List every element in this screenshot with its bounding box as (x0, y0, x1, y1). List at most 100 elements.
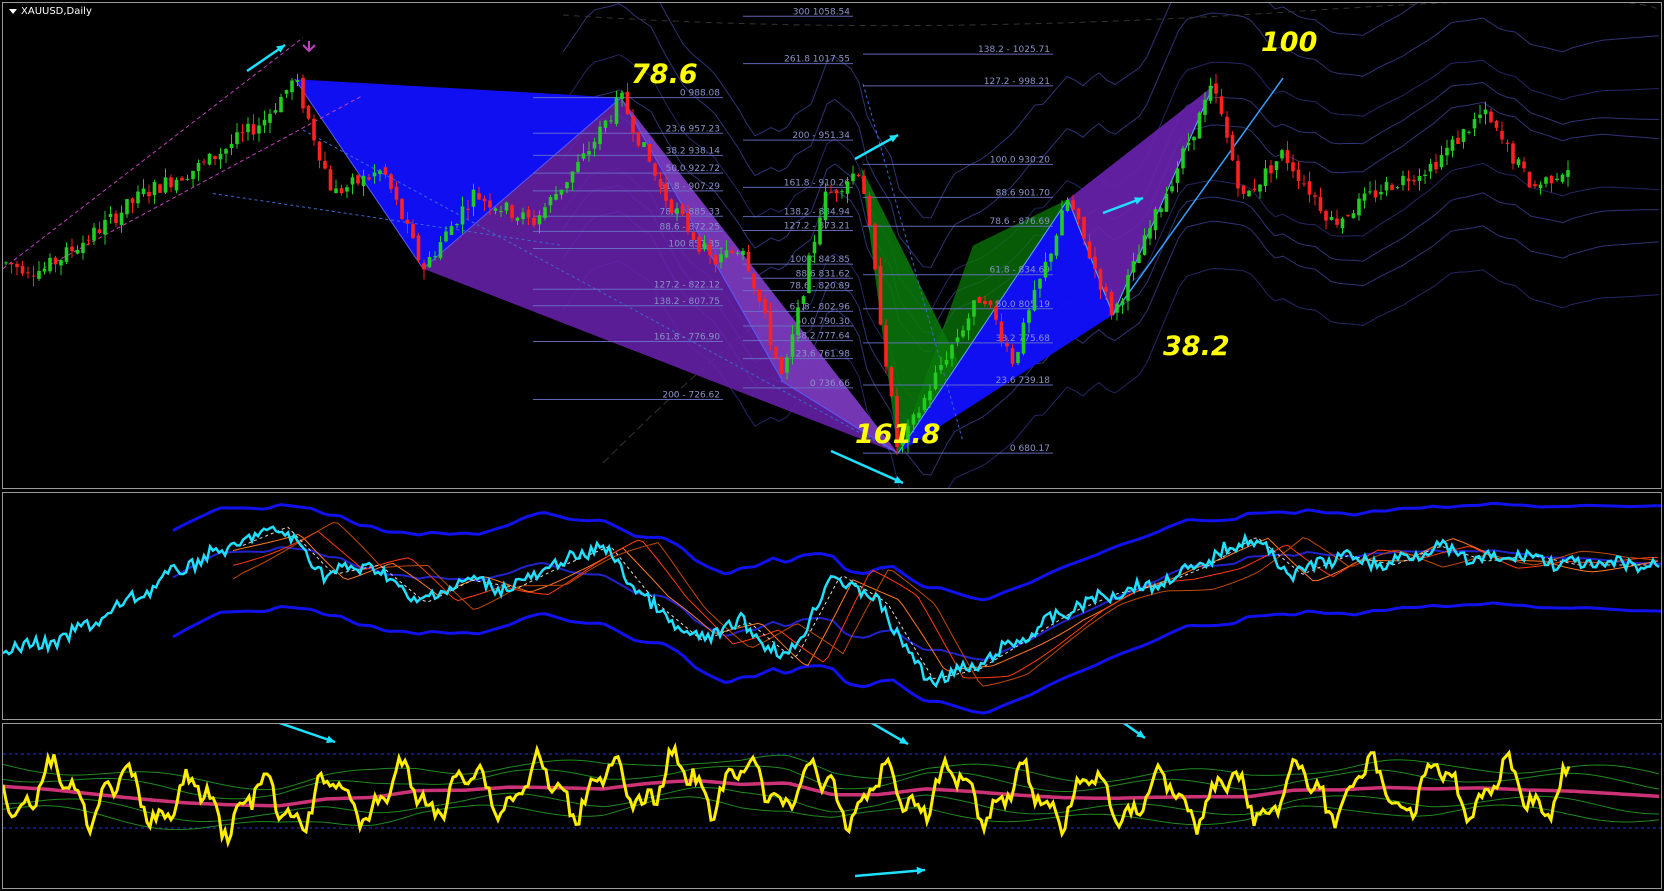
candle-body (1527, 171, 1532, 188)
candle-body (1038, 278, 1042, 289)
candle-body (1109, 291, 1114, 316)
candle-body (515, 217, 520, 221)
candle-body (928, 390, 932, 401)
down-arrow-icon (302, 41, 316, 53)
candle-body (1313, 195, 1317, 197)
candle-body (460, 206, 465, 225)
candle-body (1115, 303, 1119, 313)
candle-body (1555, 178, 1559, 181)
candle-body (504, 202, 509, 211)
fib-label: 200 - 951.34 (792, 131, 850, 141)
candle-body (15, 263, 19, 268)
candle-body (53, 257, 58, 265)
candle-body (526, 209, 531, 218)
white-dashed-line (242, 526, 1658, 679)
candle-body (213, 155, 217, 160)
candle-body (240, 132, 245, 134)
candle-body (438, 241, 443, 258)
candle-body (306, 105, 311, 119)
fib-label: 127.2 - 822.12 (654, 280, 720, 290)
candle-body (768, 312, 773, 345)
candle-body (1472, 119, 1477, 129)
candle-body (818, 217, 822, 245)
candle-body (1335, 218, 1339, 225)
candle-body (1533, 184, 1537, 187)
symbol-title: XAUUSD,Daily (9, 6, 92, 17)
candle-body (933, 372, 938, 390)
candle-body (1373, 190, 1378, 198)
candle-body (1423, 174, 1427, 176)
fib-label: 127.2 - 873.21 (784, 221, 850, 231)
candle-body (741, 250, 745, 256)
candle-body (1159, 208, 1163, 213)
dropdown-triangle-icon[interactable] (9, 8, 17, 14)
candle-body (1076, 208, 1081, 220)
harmonic-patterns (294, 78, 1214, 454)
candle-body (972, 300, 976, 317)
candle-body (196, 162, 201, 172)
candle-body (64, 247, 69, 262)
candle-body (356, 175, 360, 184)
candle-body (1395, 187, 1400, 189)
candle-body (675, 208, 679, 214)
candle-body (988, 300, 993, 305)
candle-body (1131, 261, 1136, 273)
candle-body (1450, 139, 1455, 151)
candle-body (1010, 348, 1015, 364)
fib-label: 23.6 739.18 (996, 376, 1051, 386)
candle-body (1219, 96, 1224, 115)
candle-body (889, 367, 894, 397)
candle-body (785, 357, 789, 373)
fib-label: 138.2 - 807.75 (654, 297, 720, 307)
candle-body (1324, 211, 1328, 221)
fib-label: 88.6 901.70 (996, 188, 1051, 198)
candle-body (548, 197, 553, 206)
candle-body (290, 80, 294, 93)
candle-body (378, 170, 382, 174)
candle-body (1230, 134, 1235, 161)
candle-body (1137, 254, 1141, 264)
candle-body (1054, 235, 1059, 256)
candle-body (1087, 241, 1092, 259)
candle-body (834, 190, 839, 194)
candle-body (185, 178, 190, 180)
candle-body (328, 169, 333, 191)
candle-body (763, 299, 767, 314)
candle-body (383, 167, 388, 175)
candle-body (1225, 116, 1229, 138)
candle-body (1390, 184, 1394, 190)
candle-body (774, 346, 778, 359)
candle-body (1269, 165, 1273, 174)
candle-body (1500, 130, 1504, 140)
fib-label: 100.0 843.85 (790, 255, 850, 265)
indicator-pane-1[interactable] (2, 492, 1662, 720)
candle-body (130, 198, 135, 203)
candle-body (922, 397, 927, 411)
candle-body (631, 116, 635, 133)
candle-body (1104, 287, 1108, 292)
candle-body (1120, 300, 1125, 305)
price-chart-pane[interactable]: XAUUSD,Daily 300 1058.54 261.8 1017.55 200… (2, 2, 1662, 489)
candle-body (262, 119, 267, 126)
price-chart-svg: 300 1058.54 261.8 1017.55 200 - 951.34 161.… (3, 3, 1661, 488)
candle-body (1412, 179, 1416, 182)
candle-body (1241, 185, 1246, 194)
candle-body (1434, 161, 1438, 170)
indicator-pane-2[interactable] (2, 723, 1662, 889)
fib-label: 0 988.08 (680, 89, 720, 99)
candle-body (499, 210, 503, 212)
candle-body (884, 325, 888, 367)
candle-body (669, 199, 674, 214)
candle-body (1445, 147, 1449, 156)
candle-body (119, 212, 124, 226)
candle-body (1467, 131, 1471, 133)
candle-body (1208, 85, 1213, 101)
candle-body (136, 191, 140, 204)
fib-label: 61.8 - 834.69 (990, 266, 1051, 276)
candle-body (1428, 163, 1433, 172)
candle-body (295, 80, 300, 82)
candle-body (543, 207, 547, 218)
candle-body (966, 318, 971, 331)
candle-body (1351, 213, 1356, 219)
candle-body (1461, 129, 1466, 142)
